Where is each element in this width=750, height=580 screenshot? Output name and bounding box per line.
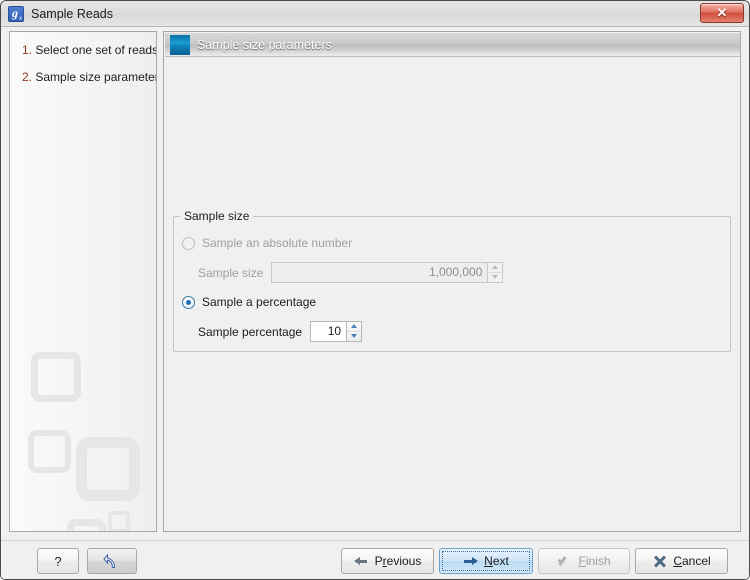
finish-button: Finish xyxy=(538,548,630,574)
panel-header-icon xyxy=(170,35,190,55)
sample-percentage-spin-buttons[interactable] xyxy=(346,321,363,342)
step-number: 1. xyxy=(22,43,33,57)
undo-arrow-icon xyxy=(103,552,121,570)
radio-option-sample-percentage[interactable]: Sample a percentage xyxy=(182,295,316,309)
watermark-square xyxy=(31,352,81,402)
watermark-square xyxy=(67,519,106,531)
radio-label: Sample a percentage xyxy=(202,295,317,309)
arrow-right-icon xyxy=(463,554,479,568)
watermark-square xyxy=(76,437,140,501)
application-icon: g x xyxy=(8,6,24,22)
spin-up-icon[interactable] xyxy=(488,263,503,273)
previous-button[interactable]: Previous xyxy=(341,548,434,574)
sample-size-input[interactable]: 1,000,000 xyxy=(271,262,488,283)
spin-down-icon[interactable] xyxy=(488,273,502,283)
previous-button-label: Previous xyxy=(374,554,422,568)
watermark-square xyxy=(108,511,130,531)
close-x-icon xyxy=(652,554,667,568)
app-icon-letter: g xyxy=(12,6,18,20)
groupbox-legend: Sample size xyxy=(180,209,254,223)
sample-size-stepper[interactable]: 1,000,000 xyxy=(271,262,504,283)
radio-indicator[interactable] xyxy=(182,236,195,250)
spin-down-icon[interactable] xyxy=(347,332,361,342)
main-panel: Sample size parameters Sample size Sampl… xyxy=(163,31,741,532)
sample-percentage-stepper[interactable]: 10 xyxy=(310,321,363,342)
title-bar: g x Sample Reads ✕ xyxy=(1,1,749,27)
question-mark-icon: ? xyxy=(54,554,62,569)
sidebar-item-sample-size-parameters[interactable]: 2. Sample size parameters xyxy=(22,70,157,84)
wizard-step-sidebar: 1. Select one set of reads 2. Sample siz… xyxy=(9,31,157,532)
step-label: Select one set of reads xyxy=(35,43,157,57)
panel-header: Sample size parameters xyxy=(165,33,740,57)
help-button[interactable]: ? xyxy=(37,548,79,574)
sample-percentage-input[interactable]: 10 xyxy=(310,321,347,342)
step-label: Sample size parameters xyxy=(35,70,157,84)
spin-up-icon[interactable] xyxy=(347,322,362,332)
arrow-left-icon xyxy=(353,554,369,568)
radio-option-sample-absolute-number[interactable]: Sample an absolute number xyxy=(182,236,352,250)
panel-header-title: Sample size parameters xyxy=(197,38,332,52)
dialog-window: g x Sample Reads ✕ 1. Select one set of … xyxy=(0,0,750,580)
close-button[interactable]: ✕ xyxy=(700,3,744,23)
dialog-button-bar: ? Previous Next Finish Cancel xyxy=(1,540,749,579)
cancel-button[interactable]: Cancel xyxy=(635,548,728,574)
next-button-label: Next xyxy=(484,554,509,568)
cancel-button-label: Cancel xyxy=(673,554,711,568)
radio-indicator[interactable] xyxy=(182,295,195,309)
window-title: Sample Reads xyxy=(31,7,113,21)
sample-size-spin-buttons[interactable] xyxy=(487,262,504,283)
radio-label: Sample an absolute number xyxy=(202,236,353,250)
reset-button[interactable] xyxy=(87,548,137,574)
finish-button-label: Finish xyxy=(578,554,611,568)
watermark-square xyxy=(28,430,71,473)
sample-percentage-label: Sample percentage xyxy=(198,324,303,339)
app-icon-subscript: x xyxy=(19,16,22,22)
sample-size-groupbox: Sample size Sample an absolute number Sa… xyxy=(173,209,731,352)
step-number: 2. xyxy=(22,70,33,84)
checkmark-icon xyxy=(557,554,572,568)
sample-size-label: Sample size xyxy=(198,265,264,280)
close-icon: ✕ xyxy=(716,5,728,20)
sample-percentage-field-row: Sample percentage 10 xyxy=(198,321,363,342)
sample-size-field-row: Sample size 1,000,000 xyxy=(198,262,504,283)
dialog-body: 1. Select one set of reads 2. Sample siz… xyxy=(1,27,749,579)
next-button[interactable]: Next xyxy=(439,548,533,574)
sidebar-item-select-reads[interactable]: 1. Select one set of reads xyxy=(22,43,157,57)
